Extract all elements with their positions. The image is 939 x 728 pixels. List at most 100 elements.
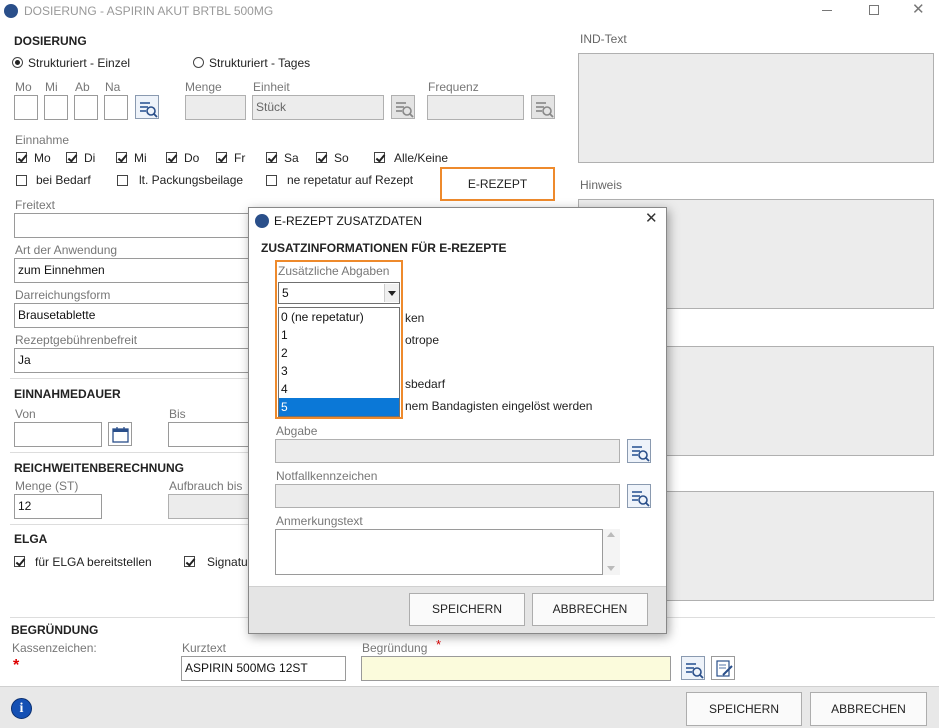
checkbox-mi[interactable]	[116, 152, 127, 163]
checkbox-di[interactable]	[66, 152, 77, 163]
freitext-label: Freitext	[15, 198, 56, 212]
von-label: Von	[15, 407, 36, 421]
label-na: Na	[105, 80, 121, 94]
scroll-up-icon[interactable]	[607, 532, 615, 537]
dialog-close-icon[interactable]: ✕	[645, 211, 658, 227]
dropdown-option-selected[interactable]: 5	[279, 398, 399, 416]
checkbox-mo-label: Mo	[34, 151, 51, 165]
dialog-save-button[interactable]: SPEICHERN	[409, 593, 525, 626]
dropdown-option[interactable]: 2	[279, 344, 399, 362]
checkbox-fr[interactable]	[216, 152, 227, 163]
checkbox-mo[interactable]	[16, 152, 27, 163]
input-mi[interactable]	[44, 95, 68, 120]
anmerkung-textarea[interactable]	[275, 529, 603, 575]
input-na[interactable]	[104, 95, 128, 120]
darreichung-input[interactable]: Brausetablette	[14, 303, 254, 328]
maximize-icon[interactable]	[869, 5, 879, 15]
checkbox-do-label: Do	[184, 151, 200, 165]
checkbox-packungsbeilage-label: lt. Packungsbeilage	[139, 173, 244, 187]
label-mo: Mo	[15, 80, 32, 94]
dropdown-option[interactable]: 3	[279, 362, 399, 380]
anmerkung-scrollbar[interactable]	[603, 529, 620, 575]
dialog-behind-text: sbedarf	[405, 377, 446, 391]
checkbox-sa[interactable]	[266, 152, 277, 163]
dosierung-heading: DOSIERUNG	[14, 34, 87, 48]
info-icon[interactable]: i	[11, 698, 32, 719]
elga-heading: ELGA	[14, 532, 48, 546]
ind-text-area	[578, 53, 934, 163]
checkbox-di-label: Di	[84, 151, 96, 165]
zusaetzliche-highlight: Zusätzliche Abgaben 5 0 (ne repetatur) 1…	[275, 260, 403, 419]
dosierung-lookup-button[interactable]	[135, 95, 159, 119]
zusaetzliche-select[interactable]: 5	[278, 282, 400, 304]
begruendung-lookup-button[interactable]	[681, 656, 705, 680]
radio-strukturiert-einzel[interactable]	[12, 57, 23, 68]
reichweite-menge-input[interactable]: 12	[14, 494, 102, 519]
zusaetzliche-label: Zusätzliche Abgaben	[278, 264, 390, 278]
dialog-logo-icon	[255, 214, 269, 228]
checkbox-ne-repetatur-label: ne repetatur auf Rezept	[287, 173, 414, 187]
gebuehren-input[interactable]: Ja	[14, 348, 254, 373]
chevron-down-icon[interactable]	[384, 284, 399, 302]
checkbox-bei-bedarf-label: bei Bedarf	[36, 173, 91, 187]
dropdown-option[interactable]: 0 (ne repetatur)	[279, 308, 399, 326]
checkbox-elga-bereitstellen[interactable]	[14, 556, 25, 567]
checkbox-so-label: So	[334, 151, 349, 165]
checkbox-alle-keine-label: Alle/Keine	[394, 151, 449, 165]
dialog-title: E-REZEPT ZUSATZDATEN	[274, 214, 423, 228]
input-mo[interactable]	[14, 95, 38, 120]
dialog-cancel-button[interactable]: ABBRECHEN	[532, 593, 648, 626]
checkbox-do[interactable]	[166, 152, 177, 163]
radio-strukturiert-tages[interactable]	[193, 57, 204, 68]
title-bar: DOSIERUNG - ASPIRIN AKUT BRTBL 500MG ✕	[0, 0, 939, 22]
input-ab[interactable]	[74, 95, 98, 120]
einheit-label: Einheit	[253, 80, 290, 94]
e-rezept-dialog: E-REZEPT ZUSATZDATEN ✕ ZUSATZINFORMATION…	[248, 207, 667, 634]
art-label: Art der Anwendung	[15, 243, 118, 257]
begruendung-input[interactable]	[361, 656, 671, 681]
checkbox-packungsbeilage[interactable]	[117, 175, 128, 186]
checkbox-sa-label: Sa	[284, 151, 299, 165]
abgabe-input	[275, 439, 620, 463]
notfall-lookup-button[interactable]	[627, 484, 651, 508]
checkbox-signatur[interactable]	[184, 556, 195, 567]
checkbox-alle-keine[interactable]	[374, 152, 385, 163]
checkbox-ne-repetatur[interactable]	[266, 175, 277, 186]
checkbox-mi-label: Mi	[134, 151, 147, 165]
dropdown-option[interactable]: 1	[279, 326, 399, 344]
cancel-button[interactable]: ABBRECHEN	[810, 692, 927, 726]
scroll-down-icon[interactable]	[607, 566, 615, 571]
frequenz-label: Frequenz	[428, 80, 479, 94]
save-button[interactable]: SPEICHERN	[686, 692, 802, 726]
art-input[interactable]: zum Einnehmen	[14, 258, 254, 283]
checkbox-fr-label: Fr	[234, 151, 246, 165]
bis-input[interactable]	[168, 422, 256, 447]
gebuehren-label: Rezeptgebührenbefreit	[15, 333, 138, 347]
menge-label: Menge	[185, 80, 222, 94]
menge-input	[185, 95, 246, 120]
von-input[interactable]	[14, 422, 102, 447]
e-rezept-button[interactable]: E-REZEPT	[440, 167, 555, 201]
edit-icon[interactable]	[711, 656, 735, 680]
checkbox-bei-bedarf[interactable]	[16, 175, 27, 186]
calendar-icon[interactable]	[108, 422, 132, 446]
reichweite-menge-label: Menge (ST)	[15, 479, 79, 493]
freitext-input[interactable]	[14, 213, 254, 238]
minimize-icon[interactable]	[822, 10, 832, 11]
checkbox-so[interactable]	[316, 152, 327, 163]
required-star: *	[13, 657, 20, 674]
abgabe-label: Abgabe	[276, 424, 318, 438]
close-icon[interactable]: ✕	[912, 2, 925, 18]
checkbox-signatur-label: Signatur	[207, 555, 252, 569]
aufbrauch-label: Aufbrauch bis	[169, 479, 243, 493]
dropdown-option[interactable]: 4	[279, 380, 399, 398]
radio-tages-label: Strukturiert - Tages	[209, 56, 311, 70]
required-star: *	[436, 637, 442, 652]
zusaetzliche-dropdown-list: 0 (ne repetatur) 1 2 3 4 5	[278, 307, 400, 417]
notfall-label: Notfallkennzeichen	[276, 469, 378, 483]
einnahmedauer-heading: EINNAHMEDAUER	[14, 387, 121, 401]
aufbrauch-input	[168, 494, 256, 519]
kurztext-input[interactable]: ASPIRIN 500MG 12ST	[181, 656, 346, 681]
abgabe-lookup-button[interactable]	[627, 439, 651, 463]
begruendung-heading: BEGRÜNDUNG	[11, 623, 99, 637]
